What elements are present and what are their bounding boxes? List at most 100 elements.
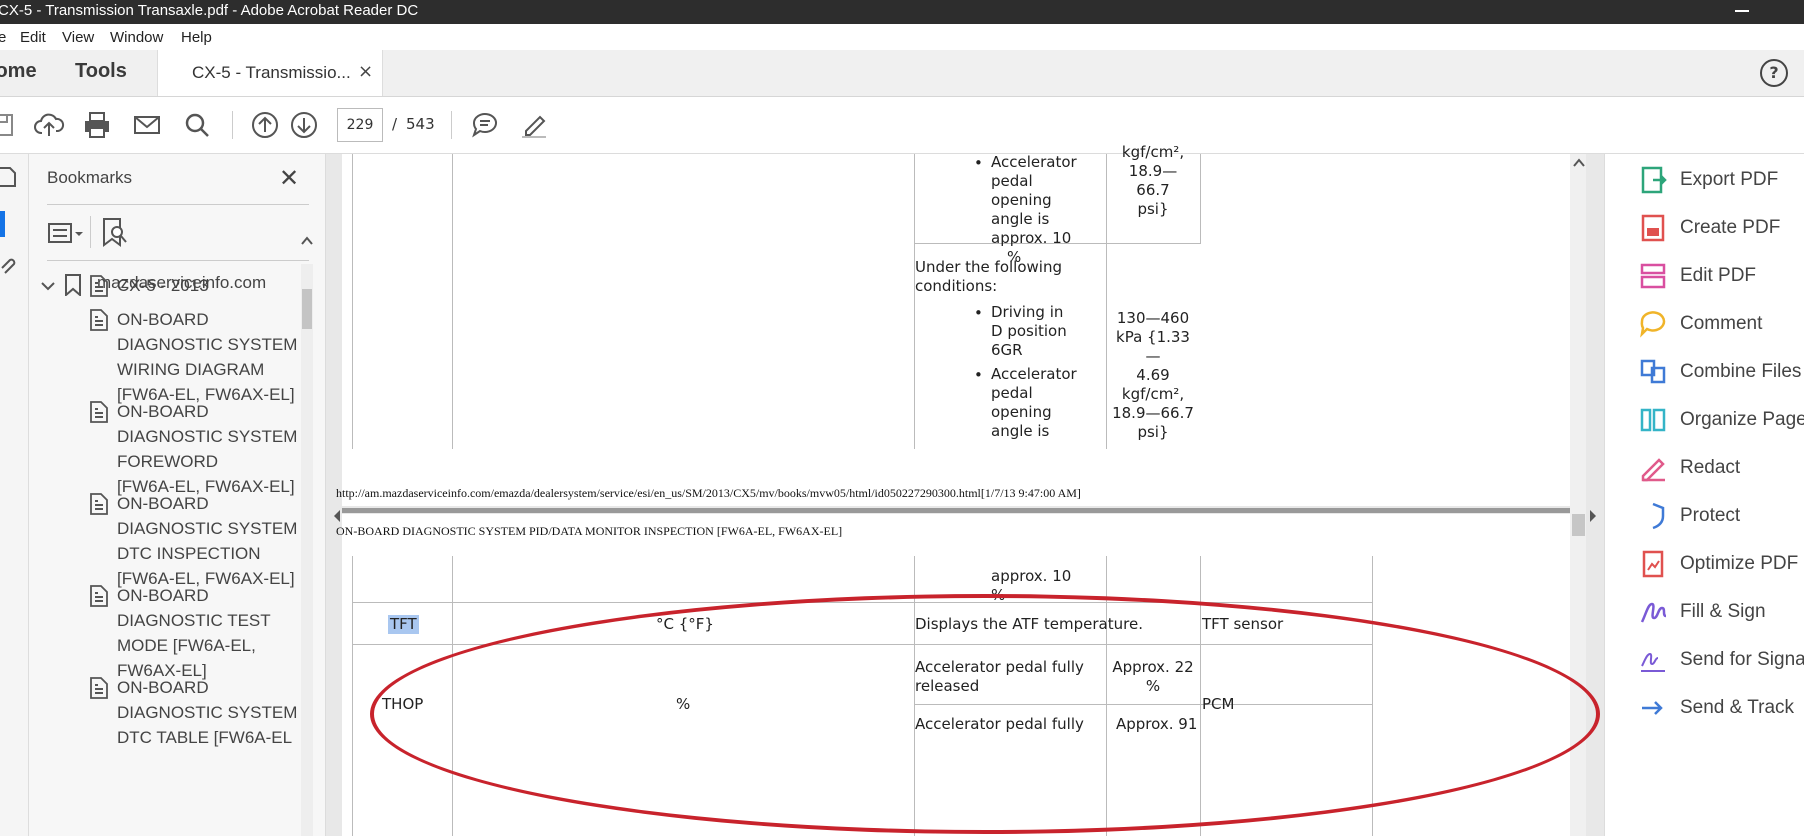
table-cell-value: Approx. 91 [1116,715,1198,733]
menu-file[interactable]: e [0,29,6,46]
tool-edit-pdf[interactable]: Edit PDF [1605,256,1804,296]
email-icon[interactable] [131,109,163,141]
tool-protect[interactable]: Protect [1605,496,1804,536]
menu-help[interactable]: Help [181,29,212,46]
divider [47,260,309,261]
next-arrow-icon[interactable] [1588,509,1598,523]
pdf-page: ON-BOARD DIAGNOSTIC SYSTEM PID/DATA MONI… [336,514,1570,836]
attachment-icon[interactable] [0,254,16,276]
protect-icon [1652,502,1665,530]
tool-organize-pages[interactable]: Organize Pages [1605,400,1804,440]
document-scrollbar-thumb[interactable] [1572,514,1585,536]
bullet-text: Driving in D position 6GR [991,303,1067,359]
bookmarks-scrollbar-thumb[interactable] [302,289,312,329]
close-icon[interactable]: ✕ [279,164,299,192]
continued-text: approx. 10% [991,567,1072,604]
bookmark-tree-icon [90,585,108,607]
page-total: 543 [406,115,435,133]
bookmark-item-label: ON-BOARD [117,494,209,513]
bookmarks-title: Bookmarks [47,168,133,187]
table-cell-condition: Accelerator pedal fully released [915,658,1084,695]
tab-document[interactable]: CX-5 - Transmissio... × [157,50,383,96]
bookmark-item-label: DIAGNOSTIC SYSTEM [117,335,298,354]
table-border [1372,556,1373,836]
table-border [352,644,1373,645]
bookmark-item[interactable]: ON-BOARD DIAGNOSTIC SYSTEM FOREWORD [FW6A-E… [117,399,297,499]
tool-fill-sign[interactable]: Fill & Sign [1605,592,1804,632]
tool-send-track[interactable]: Send & Track [1605,688,1804,728]
bookmark-tree-icon [90,275,108,297]
tool-label: Organize Pages [1680,409,1804,430]
bookmark-item-label: FOREWORD [117,452,219,471]
bookmark-item[interactable]: ON-BOARD DIAGNOSTIC TEST MODE [FW6A-EL, FW6… [117,583,271,683]
tool-optimize-pdf[interactable]: Optimize PDF [1605,544,1804,584]
comment-icon[interactable] [469,109,501,141]
bookmark-item[interactable]: ON-BOARD DIAGNOSTIC SYSTEM WIRING DIAGRAM[… [117,307,297,407]
document-scrollbar[interactable] [1570,154,1586,836]
send-for-signature-icon [1641,652,1665,672]
chevron-down-icon[interactable] [41,282,55,292]
bookmark-item[interactable]: CX-5 - 2013 [117,273,209,298]
menu-view[interactable]: View [62,29,94,46]
bookmark-item-label: ON-BOARD [117,402,209,421]
bookmark-item[interactable]: ON-BOARD DIAGNOSTIC SYSTEM DTC INSPECTION[… [117,491,297,591]
tool-export-pdf[interactable]: Export PDF [1605,160,1804,200]
tool-redact[interactable]: Redact [1605,448,1804,488]
bookmark-item-label: ON-BOARD [117,310,209,329]
highlight-pen-icon[interactable] [518,109,550,141]
table-border [914,556,915,836]
previous-arrow-icon[interactable] [332,509,342,523]
add-bookmark-icon[interactable] [99,216,129,248]
search-icon[interactable] [181,109,213,141]
edit-pdf-icon [1640,263,1666,289]
tool-create-pdf[interactable]: Create PDF [1605,208,1804,248]
table-cell-value: Approx. 22% [1112,658,1194,695]
bullet-text: Accelerator pedal opening angle is approx. 1… [991,153,1077,266]
tool-label: Export PDF [1680,169,1779,190]
bookmark-item[interactable]: ON-BOARD DIAGNOSTIC SYSTEM DTC TABLE [FW6A… [117,675,297,750]
tab-tools[interactable]: Tools [75,60,127,83]
tool-label: Edit PDF [1680,265,1757,286]
document-viewport[interactable]: • Accelerator pedal opening angle is approx.… [326,143,1604,836]
table-cell-unit: % [676,695,691,713]
pdf-page: • Accelerator pedal opening angle is approx.… [336,143,1570,506]
page-thumbnails-icon[interactable] [0,166,16,188]
close-icon[interactable]: × [358,61,373,82]
bookmark-options-icon[interactable] [47,218,85,248]
title-bar: CX-5 - Transmission Transaxle.pdf - Adob… [0,0,1804,24]
table-border [1200,154,1201,244]
bookmarks-scrollbar[interactable] [301,264,313,836]
page-footer-url: http://am.mazdaserviceinfo.com/emazda/de… [336,486,1081,500]
scroll-up-icon[interactable] [1573,158,1585,168]
upload-cloud-icon[interactable] [33,109,65,141]
tool-comment[interactable]: Comment [1605,304,1804,344]
tab-home[interactable]: Home [0,60,37,83]
tool-label: Fill & Sign [1680,601,1766,622]
previous-page-icon[interactable] [249,109,281,141]
tool-send-for-signature[interactable]: Send for Signature [1605,640,1804,680]
create-pdf-icon [1641,214,1665,242]
next-page-icon[interactable] [288,109,320,141]
combine-files-icon [1640,359,1666,384]
save-icon[interactable] [0,109,18,141]
tool-label: Combine Files [1680,361,1802,382]
bookmark-tree-icon [90,493,108,515]
bookmark-item-label: MODE [FW6A-EL, [117,636,256,655]
help-icon[interactable]: ? [1760,59,1788,87]
bullet-dot: • [974,366,983,384]
export-pdf-icon [1641,166,1667,194]
table-cell-pid-tft[interactable]: TFT [388,615,419,634]
menu-window[interactable]: Window [110,29,163,46]
tool-combine-files[interactable]: Combine Files [1605,352,1804,392]
bullet-dot: • [974,154,983,172]
menu-edit[interactable]: Edit [20,29,46,46]
minimize-icon[interactable] [1735,10,1749,12]
bookmarks-panel: Bookmarks ✕ mazdaserviceinfo.com CX-5 - … [29,154,326,836]
scroll-up-icon[interactable] [301,236,313,246]
tool-label: Send & Track [1680,697,1795,718]
bookmark-item-label: DIAGNOSTIC SYSTEM [117,427,298,446]
page-number-input[interactable]: 229 [337,108,383,142]
value-cell: kgf/cm², 18.9—66.7 psi} [1121,143,1185,218]
print-icon[interactable] [81,109,113,141]
tool-label: Send for Signature [1680,649,1804,670]
